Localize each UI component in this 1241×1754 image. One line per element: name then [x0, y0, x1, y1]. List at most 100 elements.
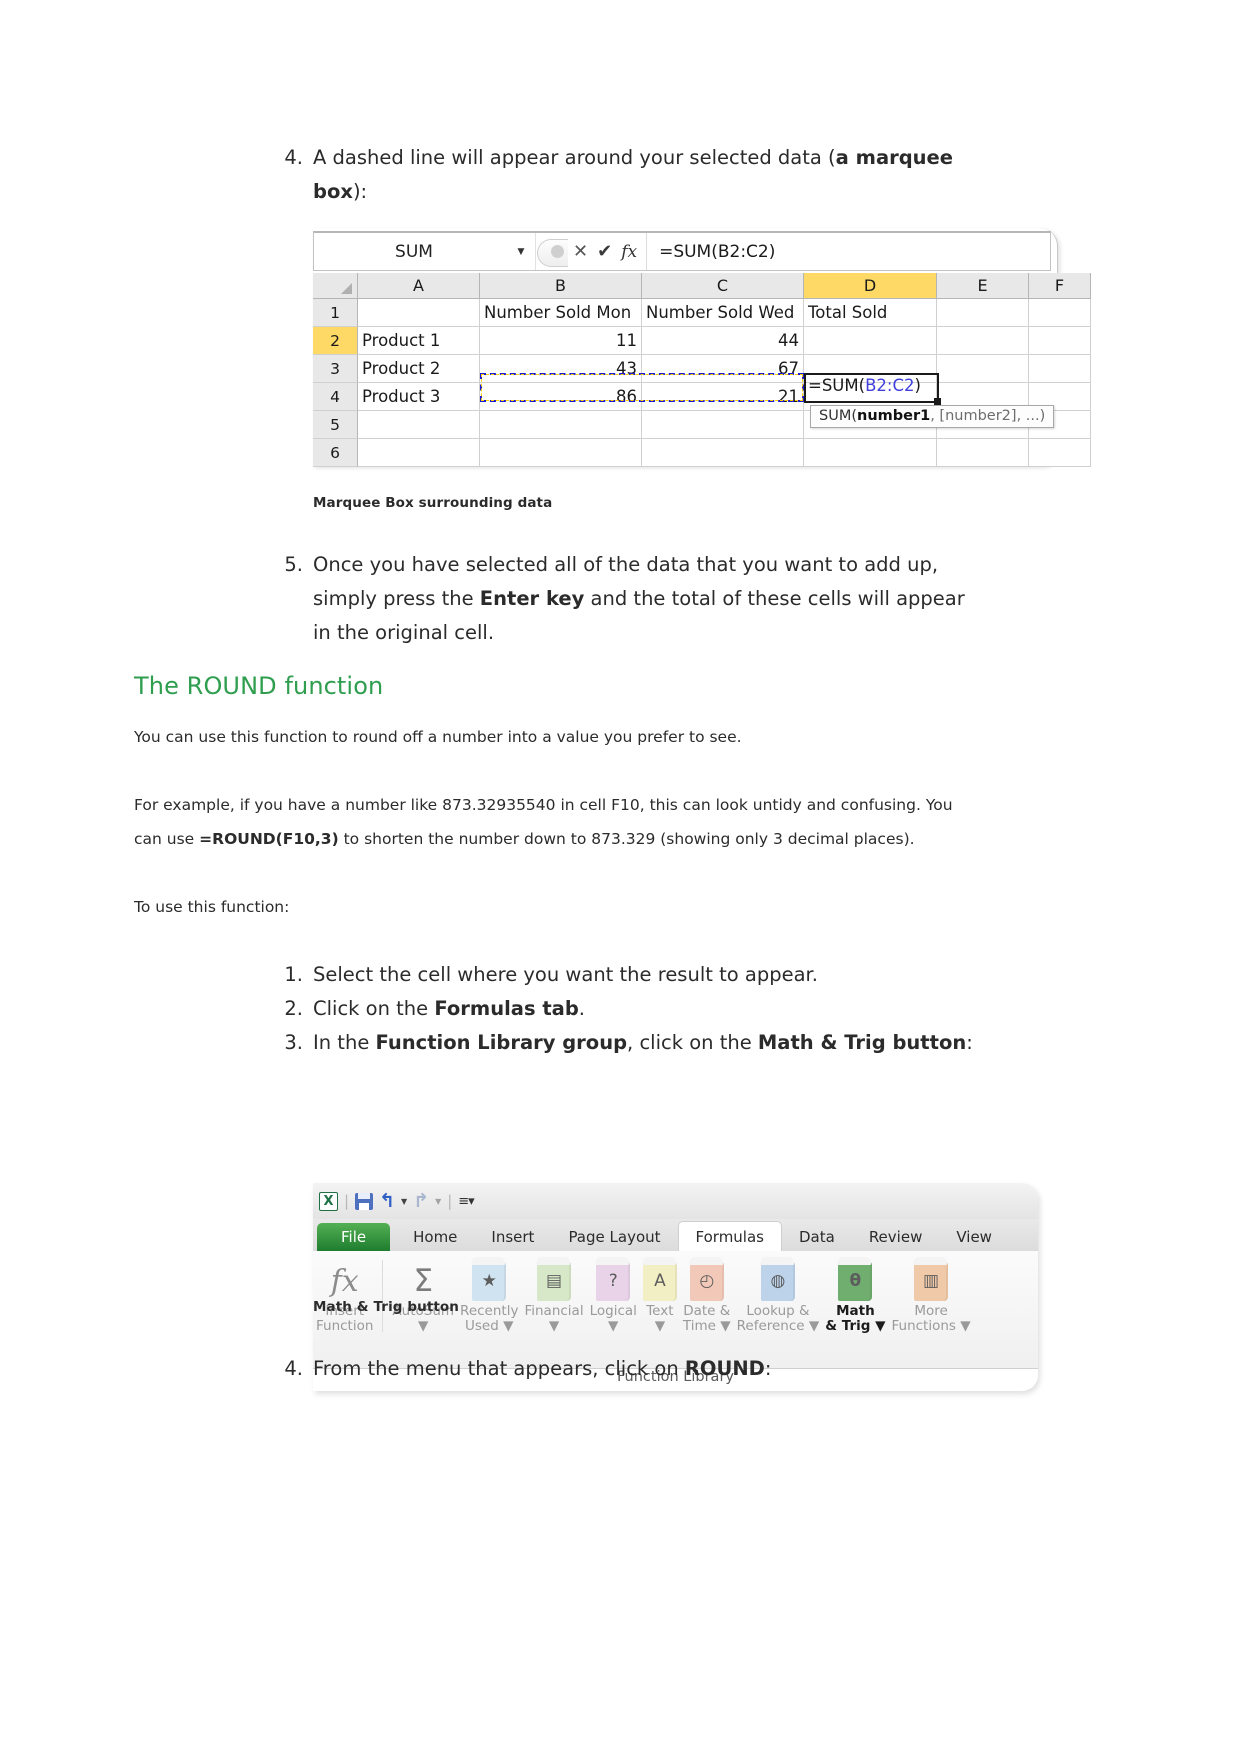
undo-dropdown-icon[interactable]: ▼ [401, 1197, 407, 1206]
cell-B6[interactable] [480, 439, 642, 467]
cell-B4[interactable]: 86 [480, 383, 642, 411]
ribbon-button-text[interactable]: A Text ▼ [640, 1256, 680, 1334]
book-icon: θ [838, 1261, 873, 1301]
name-box[interactable]: SUM ▼ [314, 233, 536, 270]
cell-A6[interactable] [358, 439, 480, 467]
cell-F6[interactable] [1029, 439, 1091, 467]
figure2-caption: Math & Trig button [313, 1299, 460, 1315]
cell-E6[interactable] [937, 439, 1029, 467]
row-header-5[interactable]: 5 [313, 411, 358, 439]
list-item: 3. In the Function Library group, click o… [277, 1026, 1037, 1060]
ribbon-button-lookup[interactable]: ◍ Lookup & Reference ▼ [734, 1256, 823, 1334]
formula-bar-buttons: ✕ ✔ fx [536, 233, 648, 270]
book-icon: ★ [472, 1261, 507, 1301]
ordered-list-top: 4. A dashed line will appear around your … [277, 141, 977, 209]
cell-C4[interactable]: 21 [642, 383, 804, 411]
column-header-f[interactable]: F [1029, 273, 1091, 299]
list-item-number: 3. [284, 1031, 303, 1054]
tab-insert[interactable]: Insert [474, 1223, 551, 1251]
cell-C5[interactable] [642, 411, 804, 439]
name-box-value: SUM [395, 241, 433, 262]
redo-icon[interactable]: ↱ [413, 1190, 429, 1212]
emphasis-text: Math & Trig button [757, 1031, 967, 1054]
ribbon-button-more[interactable]: ▥ More Functions ▼ [889, 1256, 974, 1334]
tooltip-bold-arg: number1 [857, 408, 931, 424]
cell-B1[interactable]: Number Sold Mon [480, 299, 642, 327]
tab-home[interactable]: Home [396, 1223, 474, 1251]
list-item-number: 4. [284, 146, 303, 169]
cell-formula-range: B2:C2 [865, 376, 915, 395]
row-header-2[interactable]: 2 [313, 327, 358, 355]
ribbon-button-label: Math [836, 1303, 875, 1319]
cell-C6[interactable] [642, 439, 804, 467]
ordered-list-round: 1. Select the cell where you want the res… [277, 958, 1037, 1060]
cell-A2[interactable]: Product 1 [358, 327, 480, 355]
insert-function-icon[interactable]: fx [621, 242, 637, 262]
customize-qat-icon[interactable]: ≡▾ [458, 1194, 474, 1209]
cell-F2[interactable] [1029, 327, 1091, 355]
cell-F3[interactable] [1029, 355, 1091, 383]
tab-page-layout[interactable]: Page Layout [551, 1223, 677, 1251]
column-header-a[interactable]: A [358, 273, 480, 299]
column-header-b[interactable]: B [480, 273, 642, 299]
ribbon-button-date[interactable]: ◴ Date & Time ▼ [680, 1256, 734, 1334]
row-header-1[interactable]: 1 [313, 299, 358, 327]
save-icon[interactable] [355, 1192, 374, 1210]
cell-D2[interactable] [804, 327, 937, 355]
cancel-icon[interactable]: ✕ [573, 241, 588, 262]
cell-D1[interactable]: Total Sold [804, 299, 937, 327]
cell-A5[interactable] [358, 411, 480, 439]
select-all-corner[interactable] [313, 273, 358, 299]
enter-icon[interactable]: ✔ [597, 241, 612, 262]
ribbon-button-insert[interactable]: fx Insert Function [313, 1256, 376, 1334]
tab-formulas[interactable]: Formulas [677, 1221, 782, 1251]
emphasis-text: Function Library group [375, 1031, 628, 1054]
ribbon-button-autosum[interactable]: Σ AutoSum ▼ [389, 1256, 457, 1334]
body-text: ): [352, 180, 368, 203]
cell-D6[interactable] [804, 439, 937, 467]
cell-formula-prefix: =SUM( [808, 376, 866, 395]
ribbon-button-math[interactable]: θ Math & Trig ▼ [822, 1256, 888, 1334]
list-item: 4. A dashed line will appear around your … [277, 141, 977, 209]
tab-file[interactable]: File [317, 1223, 391, 1251]
emphasis-text: =ROUND(F10,3) [199, 830, 339, 848]
column-header-d[interactable]: D [804, 273, 937, 299]
cell-C3[interactable]: 67 [642, 355, 804, 383]
cell-F1[interactable] [1029, 299, 1091, 327]
chevron-down-icon[interactable]: ▼ [514, 247, 528, 257]
column-header-e[interactable]: E [937, 273, 1029, 299]
tooltip-suffix: , [number2], ...) [930, 408, 1046, 424]
tab-view[interactable]: View [939, 1223, 1009, 1251]
ribbon-button-logical[interactable]: ? Logical ▼ [587, 1256, 640, 1334]
ribbon-button-recently[interactable]: ★ Recently Used ▼ [457, 1256, 521, 1334]
cell-B2[interactable]: 11 [480, 327, 642, 355]
body-text: : [764, 1357, 772, 1380]
cell-E1[interactable] [937, 299, 1029, 327]
formula-bar-input[interactable]: =SUM(B2:C2) [647, 242, 1050, 262]
cell-C2[interactable]: 44 [642, 327, 804, 355]
paragraph-3: To use this function: [134, 890, 974, 924]
excel-logo-icon[interactable]: X [319, 1191, 338, 1211]
tab-data[interactable]: Data [782, 1223, 852, 1251]
cell-A3[interactable]: Product 2 [358, 355, 480, 383]
ribbon-button-sublabel: Function [316, 1318, 374, 1334]
undo-icon[interactable]: ↰ [379, 1190, 395, 1212]
row-header-6[interactable]: 6 [313, 439, 358, 467]
tab-review[interactable]: Review [852, 1223, 940, 1251]
cell-A4[interactable]: Product 3 [358, 383, 480, 411]
cell-E3[interactable] [937, 355, 1029, 383]
cell-C1[interactable]: Number Sold Wed [642, 299, 804, 327]
ribbon-button-sublabel: Used ▼ [465, 1318, 514, 1334]
cell-B3[interactable]: 43 [480, 355, 642, 383]
row-header-3[interactable]: 3 [313, 355, 358, 383]
row-header-4[interactable]: 4 [313, 383, 358, 411]
step-list-top: 4. A dashed line will appear around your … [277, 141, 977, 209]
cell-B5[interactable] [480, 411, 642, 439]
redo-dropdown-icon[interactable]: ▼ [435, 1197, 441, 1206]
column-header-c[interactable]: C [642, 273, 804, 299]
ribbon-button-label: Date & [683, 1303, 731, 1319]
cell-E2[interactable] [937, 327, 1029, 355]
ordered-list-bottom: 4. From the menu that appears, click on R… [277, 1352, 977, 1386]
cell-A1[interactable] [358, 299, 480, 327]
ribbon-button-financial[interactable]: ▤ Financial ▼ [521, 1256, 586, 1334]
